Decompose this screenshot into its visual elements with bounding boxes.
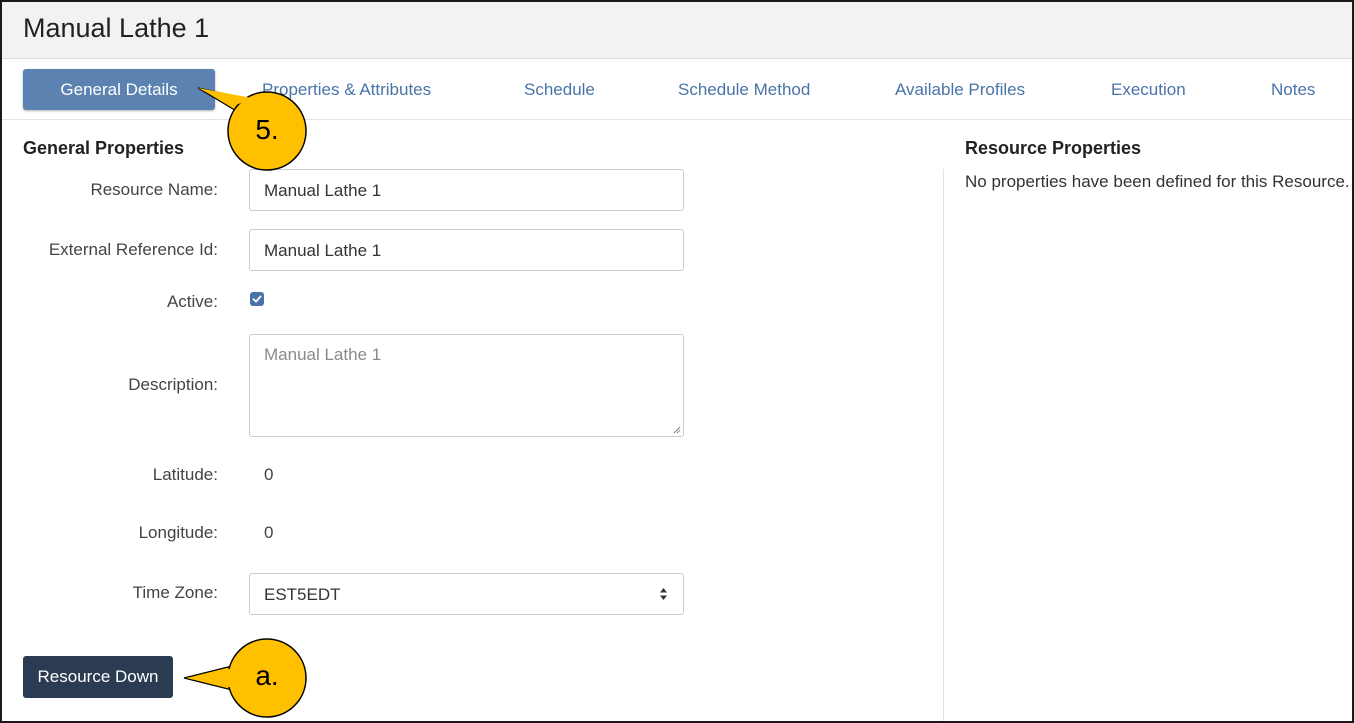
callout-a-label: a. [255, 660, 279, 691]
callout-overlay [183, 87, 307, 718]
callout-5-label: 5. [255, 114, 279, 145]
application-frame: Manual Lathe 1 General Details Propertie… [0, 0, 1354, 723]
